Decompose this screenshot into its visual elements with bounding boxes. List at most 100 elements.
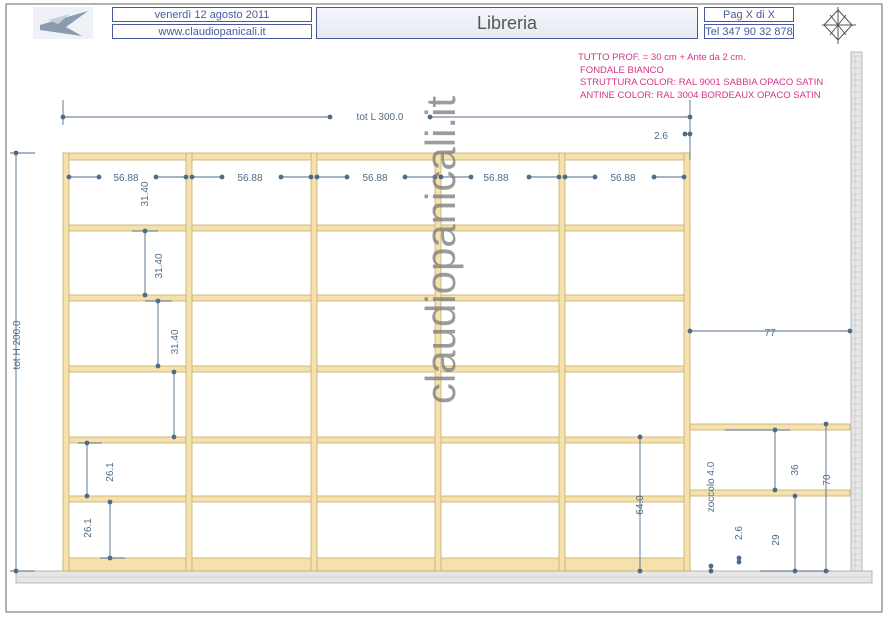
dimension-node — [438, 174, 444, 180]
shelf-spacing-label: 31.40 — [154, 253, 165, 278]
shelf — [62, 294, 691, 302]
dimension-node — [142, 292, 148, 298]
column-width-label: 56.88 — [237, 173, 262, 184]
lower-spacing-label: 26.1 — [105, 462, 116, 482]
material-notes: TUTTO PROF. = 30 cm + Ante da 2 cm. FOND… — [578, 52, 823, 102]
column-width-label: 56.88 — [483, 173, 508, 184]
dimension-node — [155, 298, 161, 304]
dimension-node — [792, 493, 798, 499]
dimension-node — [142, 228, 148, 234]
bookcase-structure — [62, 152, 851, 572]
dimension-node — [13, 150, 19, 156]
plinth-panel — [62, 557, 691, 572]
lower-height-label: 64.0 — [635, 495, 646, 515]
shelf — [62, 224, 691, 232]
dimension-node — [402, 174, 408, 180]
dimension-node — [687, 131, 693, 137]
dimension-node — [278, 174, 284, 180]
dimension-node — [155, 363, 161, 369]
shelf-spacing-label: 31.40 — [170, 329, 181, 354]
dimension-node — [823, 568, 829, 574]
note-line: FONDALE BIANCO — [580, 64, 664, 76]
dimension-node — [432, 174, 438, 180]
upright-panel — [434, 152, 442, 572]
upright-panel — [62, 152, 70, 572]
dimension-node — [344, 174, 350, 180]
note-line: STRUTTURA COLOR: RAL 9001 SABBIA OPACO S… — [580, 77, 824, 88]
dimension-node — [681, 174, 687, 180]
upright-panel — [683, 152, 691, 572]
low-cabinet-top — [689, 423, 851, 431]
upright-panel — [185, 152, 193, 572]
right-thickness-label: 2.6 — [734, 526, 745, 540]
dimension-node — [84, 440, 90, 446]
dimension-node — [637, 434, 643, 440]
upright-panel — [310, 152, 318, 572]
dimension-node — [468, 174, 474, 180]
dimension-node — [708, 568, 714, 574]
dimension-node — [107, 499, 113, 505]
dimension-node — [526, 174, 532, 180]
drafting-compass-icon — [822, 7, 856, 44]
right-height-label: 36 — [790, 464, 801, 476]
total-height-label: tot H 200.0 — [12, 320, 23, 369]
dimension-node — [427, 114, 433, 120]
dimension-node — [562, 174, 568, 180]
lower-spacing-label: 26.1 — [83, 518, 94, 538]
column-width-label: 56.88 — [610, 173, 635, 184]
date-field: venerdì 12 agosto 2011 — [112, 7, 312, 22]
note-line: ANTINE COLOR: RAL 3004 BORDEAUX OPACO SA… — [580, 89, 821, 101]
right-depth-label: 77 — [764, 328, 776, 339]
total-width-label: tot L 300.0 — [357, 112, 404, 123]
dimension-node — [772, 487, 778, 493]
website-field: www.claudiopanicali.it — [112, 24, 312, 39]
right-height-label: 70 — [822, 474, 833, 486]
dimension-node — [96, 174, 102, 180]
dimension-node — [556, 174, 562, 180]
dimension-node — [183, 174, 189, 180]
phone-field: Tel 347 90 32 878 — [704, 24, 794, 39]
dimension-node — [13, 568, 19, 574]
logo-icon — [33, 7, 93, 39]
drawing-sheet: venerdì 12 agosto 2011 www.claudiopanica… — [0, 0, 889, 617]
dimension-node — [189, 174, 195, 180]
shelf-spacing-label: 31.40 — [140, 181, 151, 206]
low-cabinet-shelf — [689, 489, 851, 497]
dimension-node — [736, 559, 742, 565]
column-width-label: 56.88 — [113, 173, 138, 184]
dimension-node — [308, 174, 314, 180]
note-line: TUTTO PROF. = 30 cm + Ante da 2 cm. — [578, 52, 746, 63]
plinth-label: zoccolo 4.0 — [706, 461, 717, 512]
dimension-node — [66, 174, 72, 180]
dimension-node — [84, 493, 90, 499]
dimension-node — [736, 555, 742, 561]
dimension-node — [219, 174, 225, 180]
shelf — [62, 495, 691, 503]
top-thickness-label: 2.6 — [654, 131, 668, 142]
dimension-node — [171, 369, 177, 375]
dimension-node — [314, 174, 320, 180]
dimension-node — [107, 555, 113, 561]
dimension-node — [687, 328, 693, 334]
dimension-node — [327, 114, 333, 120]
watermark-text: claudiopanicali.it — [417, 96, 464, 405]
shelf — [62, 365, 691, 373]
side-wall — [850, 51, 863, 572]
top-panel — [62, 152, 691, 161]
dimension-node — [592, 174, 598, 180]
dimension-node — [651, 174, 657, 180]
dimension-node — [153, 174, 159, 180]
dimension-node — [708, 563, 714, 569]
dimension-node — [792, 568, 798, 574]
dimension-node — [687, 114, 693, 120]
dimension-node — [772, 427, 778, 433]
drawing-title: Libreria — [316, 7, 698, 39]
dimension-node — [682, 131, 688, 137]
dimension-node — [637, 568, 643, 574]
right-height-label: 29 — [771, 534, 782, 546]
floor — [15, 570, 873, 584]
dimension-node — [847, 328, 853, 334]
dimension-node — [823, 421, 829, 427]
dimension-node — [60, 114, 66, 120]
dimension-node — [171, 434, 177, 440]
